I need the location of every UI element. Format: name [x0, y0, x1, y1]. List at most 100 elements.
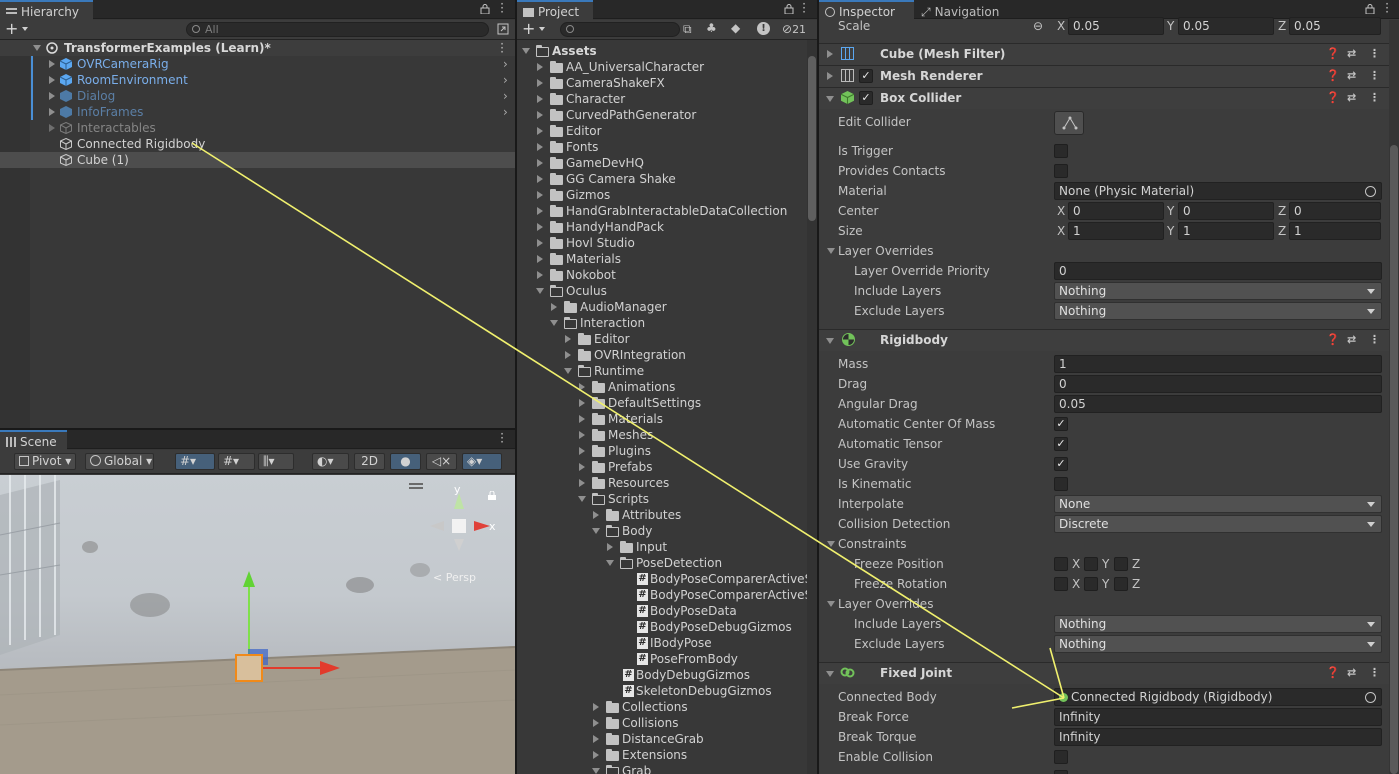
project-folder-item[interactable]: Attributes [517, 507, 806, 523]
expand-arrow-icon[interactable] [537, 159, 543, 167]
angular-drag-field[interactable]: 0.05 [1054, 395, 1382, 413]
project-folder-item[interactable]: Character [517, 91, 806, 107]
edit-collider-button[interactable] [1054, 111, 1084, 135]
hierarchy-item-infoframes[interactable]: InfoFrames › [0, 104, 515, 120]
use-gravity-checkbox[interactable]: ✓ [1054, 457, 1068, 471]
mesh-renderer-header[interactable]: ✓ Mesh Renderer ❓ ⇄ ⋮ [819, 65, 1389, 87]
chevron-right-icon[interactable]: › [503, 88, 508, 104]
expand-arrow-icon[interactable] [593, 751, 599, 759]
project-folder-item[interactable]: Materials [517, 251, 806, 267]
project-folder-item[interactable]: Collisions [517, 715, 806, 731]
expand-arrow-icon[interactable] [607, 543, 613, 551]
help-icon[interactable]: ❓ [1326, 44, 1340, 64]
expand-arrow-icon[interactable] [827, 50, 833, 58]
collision-detection-dropdown[interactable]: Discrete [1054, 515, 1382, 533]
menu-dots-icon[interactable]: · · · [802, 0, 806, 18]
project-folder-item[interactable]: Plugins [517, 443, 806, 459]
break-force-field[interactable]: Infinity [1054, 708, 1382, 726]
project-folder-item[interactable]: Editor [517, 331, 806, 347]
rigidbody-header[interactable]: Rigidbody ❓ ⇄ ⋮ [819, 329, 1389, 351]
expand-arrow-icon[interactable] [537, 191, 543, 199]
project-folder-item[interactable]: GG Camera Shake [517, 171, 806, 187]
project-folder-item[interactable]: AA_UniversalCharacter [517, 59, 806, 75]
hierarchy-item-interactables[interactable]: Interactables [0, 120, 515, 136]
project-script-item[interactable]: # IBodyPose [517, 635, 806, 651]
project-folder-item[interactable]: CameraShakeFX [517, 75, 806, 91]
scale-z-field[interactable]: 0.05 [1289, 17, 1381, 35]
expand-arrow-icon[interactable] [537, 63, 543, 71]
collapse-arrow-icon[interactable] [827, 248, 835, 254]
project-folder-item[interactable]: Materials [517, 411, 806, 427]
warning-icon[interactable]: ! [757, 22, 770, 35]
provides-contacts-checkbox[interactable] [1054, 164, 1068, 178]
freeze-rot-z-checkbox[interactable] [1114, 577, 1128, 591]
collapse-arrow-icon[interactable] [826, 671, 834, 677]
mesh-renderer-enabled-checkbox[interactable]: ✓ [859, 69, 873, 83]
grid-visibility-button[interactable]: #▾ [218, 453, 255, 470]
presets-icon[interactable]: ⇄ [1347, 44, 1356, 64]
expand-arrow-icon[interactable] [593, 511, 599, 519]
hierarchy-item-connected-rigidbody[interactable]: Connected Rigidbody [0, 136, 515, 152]
include-layers-dropdown[interactable]: Nothing [1054, 282, 1382, 300]
lock-icon[interactable] [1365, 4, 1375, 14]
rb-layer-overrides-foldout[interactable]: Layer Overrides [819, 594, 1389, 614]
help-icon[interactable]: ❓ [1326, 66, 1340, 86]
expand-arrow-icon[interactable] [579, 415, 585, 423]
next-property-checkbox[interactable] [1054, 770, 1068, 774]
exclude-layers-dropdown[interactable]: Nothing [1054, 302, 1382, 320]
increment-snap-button[interactable]: ⫼▾ [258, 453, 294, 470]
hierarchy-item-ovrcamerarig[interactable]: OVRCameraRig › [0, 56, 515, 72]
draw-mode-button[interactable]: ◐▾ [312, 453, 349, 470]
project-folder-item[interactable]: GameDevHQ [517, 155, 806, 171]
project-folder-item[interactable]: AudioManager [517, 299, 806, 315]
project-folder-item[interactable]: Resources [517, 475, 806, 491]
material-field[interactable]: None (Physic Material) [1054, 182, 1382, 200]
connected-body-field[interactable]: Connected Rigidbody (Rigidbody) [1054, 688, 1382, 706]
expand-arrow-icon[interactable] [537, 95, 543, 103]
expand-arrow-icon[interactable] [579, 463, 585, 471]
project-folder-item[interactable]: Meshes [517, 427, 806, 443]
expand-arrow-icon[interactable] [579, 399, 585, 407]
project-script-item[interactable]: # BodyPoseComparerActiveS [517, 587, 812, 603]
collapse-arrow-icon[interactable] [550, 320, 558, 326]
expand-arrow-icon[interactable] [579, 383, 585, 391]
grid-snap-button[interactable]: #▾ [175, 453, 215, 470]
scale-y-field[interactable]: 0.05 [1178, 17, 1274, 35]
object-picker-icon[interactable] [1365, 692, 1376, 703]
expand-arrow-icon[interactable] [537, 223, 543, 231]
project-folder-item[interactable]: Collections [517, 699, 806, 715]
add-button[interactable]: + [5, 20, 33, 39]
project-folder-item[interactable]: Runtime [517, 363, 806, 379]
is-kinematic-checkbox[interactable] [1054, 477, 1068, 491]
expand-arrow-icon[interactable] [537, 79, 543, 87]
scene-visibility-icon[interactable] [497, 23, 509, 35]
link-icon[interactable]: ⊖ [1033, 16, 1043, 36]
is-trigger-checkbox[interactable] [1054, 144, 1068, 158]
project-scrollbar-thumb[interactable] [808, 56, 816, 221]
project-folder-item[interactable]: HandGrabInteractableDataCollection [517, 203, 806, 219]
inspector-scrollbar-thumb[interactable] [1390, 145, 1398, 774]
mesh-filter-header[interactable]: Cube (Mesh Filter) ❓ ⇄ ⋮ [819, 43, 1389, 65]
expand-arrow-icon[interactable] [579, 479, 585, 487]
hierarchy-item-cube-1[interactable]: Cube (1) [0, 152, 515, 168]
tab-project[interactable]: Project [517, 0, 593, 20]
expand-arrow-icon[interactable] [827, 72, 833, 80]
size-x-field[interactable]: 1 [1068, 222, 1164, 240]
tag-icon[interactable]: ◆ [731, 21, 740, 35]
tab-scene[interactable]: Scene [0, 430, 67, 450]
expand-arrow-icon[interactable] [565, 335, 571, 343]
project-folder-item[interactable]: Grab [517, 763, 806, 774]
constraints-foldout[interactable]: Constraints [819, 534, 1389, 554]
layer-override-priority-field[interactable]: 0 [1054, 262, 1382, 280]
expand-arrow-icon[interactable] [537, 239, 543, 247]
freeze-rot-y-checkbox[interactable] [1084, 577, 1098, 591]
size-z-field[interactable]: 1 [1289, 222, 1381, 240]
help-icon[interactable]: ❓ [1326, 663, 1340, 683]
chevron-right-icon[interactable]: › [503, 72, 508, 88]
center-x-field[interactable]: 0 [1068, 202, 1164, 220]
scene-root-row[interactable]: TransformerExamples (Learn)* · · · [0, 38, 515, 58]
collapse-arrow-icon[interactable] [536, 288, 544, 294]
project-script-item[interactable]: # BodyPoseComparerActiveS [517, 571, 812, 587]
presets-icon[interactable]: ⇄ [1347, 66, 1356, 86]
expand-arrow-icon[interactable] [49, 108, 55, 116]
